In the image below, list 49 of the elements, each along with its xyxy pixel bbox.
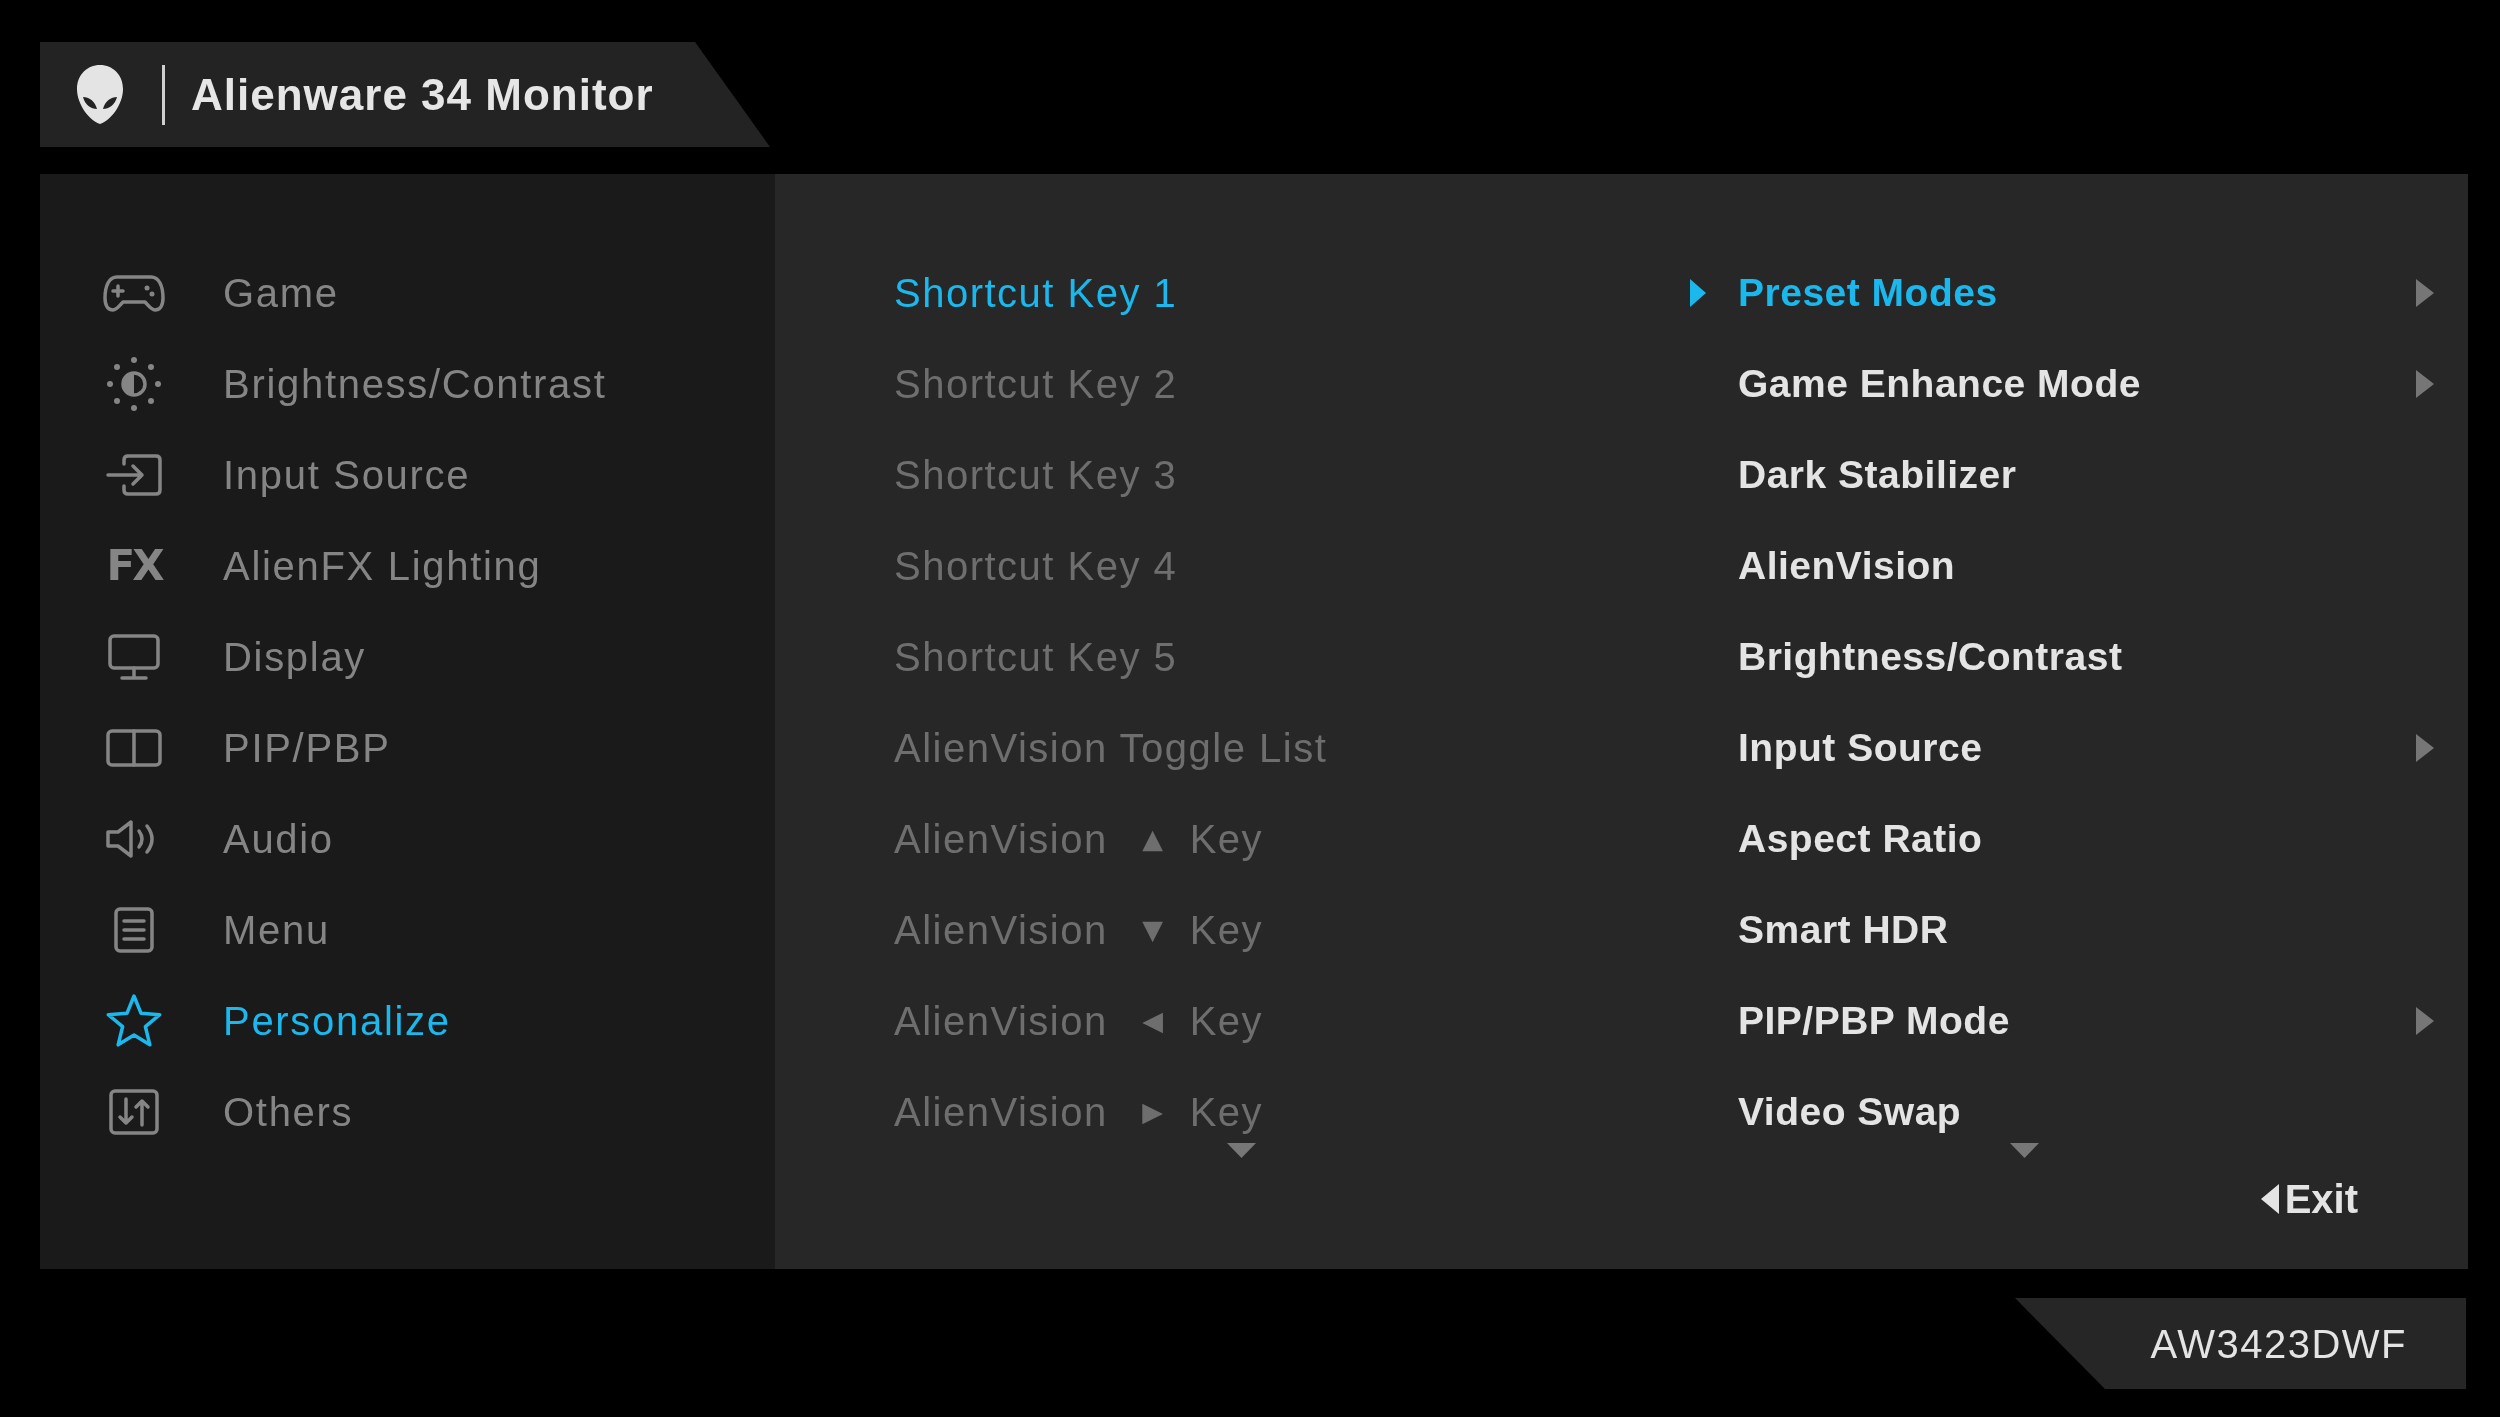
option-item[interactable]: Brightness/Contrast — [1690, 611, 2434, 702]
selection-pointer-icon — [1690, 278, 1706, 307]
sidebar-item[interactable]: Brightness/Contrast — [102, 338, 607, 429]
sidebar-item[interactable]: Audio — [102, 793, 334, 884]
shortcut-item[interactable]: AlienVision ◀ Key — [894, 975, 1264, 1066]
shortcut-item[interactable]: AlienVision Toggle List — [894, 702, 1328, 793]
sidebar-item[interactable]: Personalize — [102, 975, 451, 1066]
sidebar-item[interactable]: Game — [102, 247, 339, 338]
brightness-icon — [106, 355, 162, 412]
exit-button[interactable]: Exit — [2260, 1179, 2358, 1219]
option-item[interactable]: PIP/PBP Mode — [1690, 975, 2434, 1066]
sidebar-item[interactable]: Others — [102, 1066, 354, 1157]
sidebar-item[interactable]: Display — [102, 611, 367, 702]
option-item[interactable]: Smart HDR — [1690, 884, 2434, 975]
input-arrow-icon — [106, 453, 162, 496]
split-screen-icon — [106, 728, 162, 767]
shortcut-item[interactable]: AlienVision ▲ Key — [894, 793, 1264, 884]
shortcut-item[interactable]: AlienVision ▼ Key — [894, 884, 1264, 975]
option-item[interactable]: Preset Modes — [1690, 247, 2434, 338]
option-item[interactable]: Dark Stabilizer — [1690, 429, 2434, 520]
triangle-icon: ◀ — [1137, 1007, 1168, 1034]
shortcut-item[interactable]: Shortcut Key 4 — [894, 520, 1178, 611]
shortcut-item[interactable]: Shortcut Key 5 — [894, 611, 1178, 702]
up-down-arrows-icon — [109, 1088, 159, 1135]
triangle-icon: ▶ — [1137, 1098, 1168, 1125]
back-triangle-icon — [2260, 1184, 2279, 1214]
sidebar-item[interactable]: Input Source — [102, 429, 471, 520]
triangle-icon: ▲ — [1137, 825, 1168, 852]
fx-icon: FX — [106, 544, 162, 587]
sidebar-item[interactable]: Menu — [102, 884, 330, 975]
option-item[interactable]: AlienVision — [1690, 520, 2434, 611]
sidebar-item[interactable]: FX AlienFX Lighting — [102, 520, 542, 611]
option-item[interactable]: Game Enhance Mode — [1690, 338, 2434, 429]
monitor-icon — [108, 633, 160, 680]
option-item[interactable]: Video Swap — [1690, 1066, 2434, 1157]
gamepad-icon — [103, 273, 165, 312]
option-item[interactable]: Input Source — [1690, 702, 2434, 793]
shortcut-item[interactable]: Shortcut Key 3 — [894, 429, 1178, 520]
shortcut-item[interactable]: Shortcut Key 1 — [894, 247, 1178, 338]
triangle-icon: ▼ — [1137, 916, 1168, 943]
option-item[interactable]: Aspect Ratio — [1690, 793, 2434, 884]
shortcut-item[interactable]: Shortcut Key 2 — [894, 338, 1178, 429]
star-icon — [105, 993, 163, 1048]
list-icon — [114, 906, 154, 953]
window-title: Alienware 34 Monitor — [191, 72, 654, 117]
sidebar-item[interactable]: PIP/PBP — [102, 702, 391, 793]
model-name: AW3423DWF — [2015, 1298, 2466, 1389]
alien-head-logo-icon — [75, 63, 125, 126]
shortcut-item[interactable]: AlienVision ▶ Key — [894, 1066, 1264, 1157]
